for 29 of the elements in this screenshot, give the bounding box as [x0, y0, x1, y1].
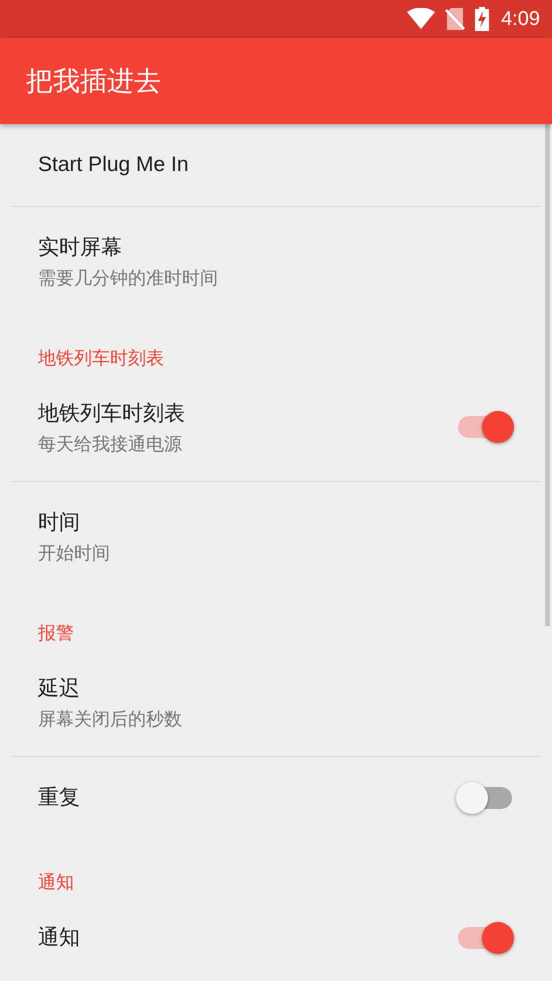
category-header: 地铁列车时刻表: [38, 347, 164, 370]
preference-item[interactable]: 重复: [0, 757, 552, 839]
preference-title: 通知: [38, 925, 80, 951]
no-sim-icon: [445, 7, 466, 31]
preference-summary: 开始时间: [38, 542, 110, 565]
preference-title: 地铁列车时刻表: [38, 401, 185, 427]
preference-item[interactable]: 地铁列车时刻表 每天给我接通电源: [0, 373, 552, 481]
status-time: 4:09: [501, 8, 540, 30]
toggle-switch[interactable]: [456, 782, 514, 814]
preference-item[interactable]: 时间 开始时间: [0, 482, 552, 590]
toggle-switch[interactable]: [456, 411, 514, 443]
toggle-switch[interactable]: [456, 922, 514, 954]
wifi-icon: [407, 8, 436, 30]
preference-title: 重复: [38, 785, 80, 811]
preference-title: 时间: [38, 510, 80, 536]
preference-title: Start Plug Me In: [38, 152, 189, 178]
preference-item[interactable]: Start Plug Me In: [0, 124, 552, 206]
preference-summary: 需要几分钟的准时时间: [38, 267, 218, 290]
preference-title: 实时屏幕: [38, 235, 122, 261]
preference-title: 延迟: [38, 676, 80, 702]
category-header: 报警: [38, 622, 74, 645]
preference-summary: 屏幕关闭后的秒数: [38, 708, 182, 731]
preference-item[interactable]: 延迟 屏幕关闭后的秒数: [0, 648, 552, 756]
preference-item[interactable]: 实时屏幕 需要几分钟的准时时间: [0, 207, 552, 315]
preference-summary: 每天给我接通电源: [38, 433, 182, 456]
preference-item[interactable]: 通知: [0, 897, 552, 979]
app-title: 把我插进去: [26, 65, 161, 98]
battery-charging-icon: [475, 7, 490, 31]
category-header: 通知: [38, 871, 74, 894]
